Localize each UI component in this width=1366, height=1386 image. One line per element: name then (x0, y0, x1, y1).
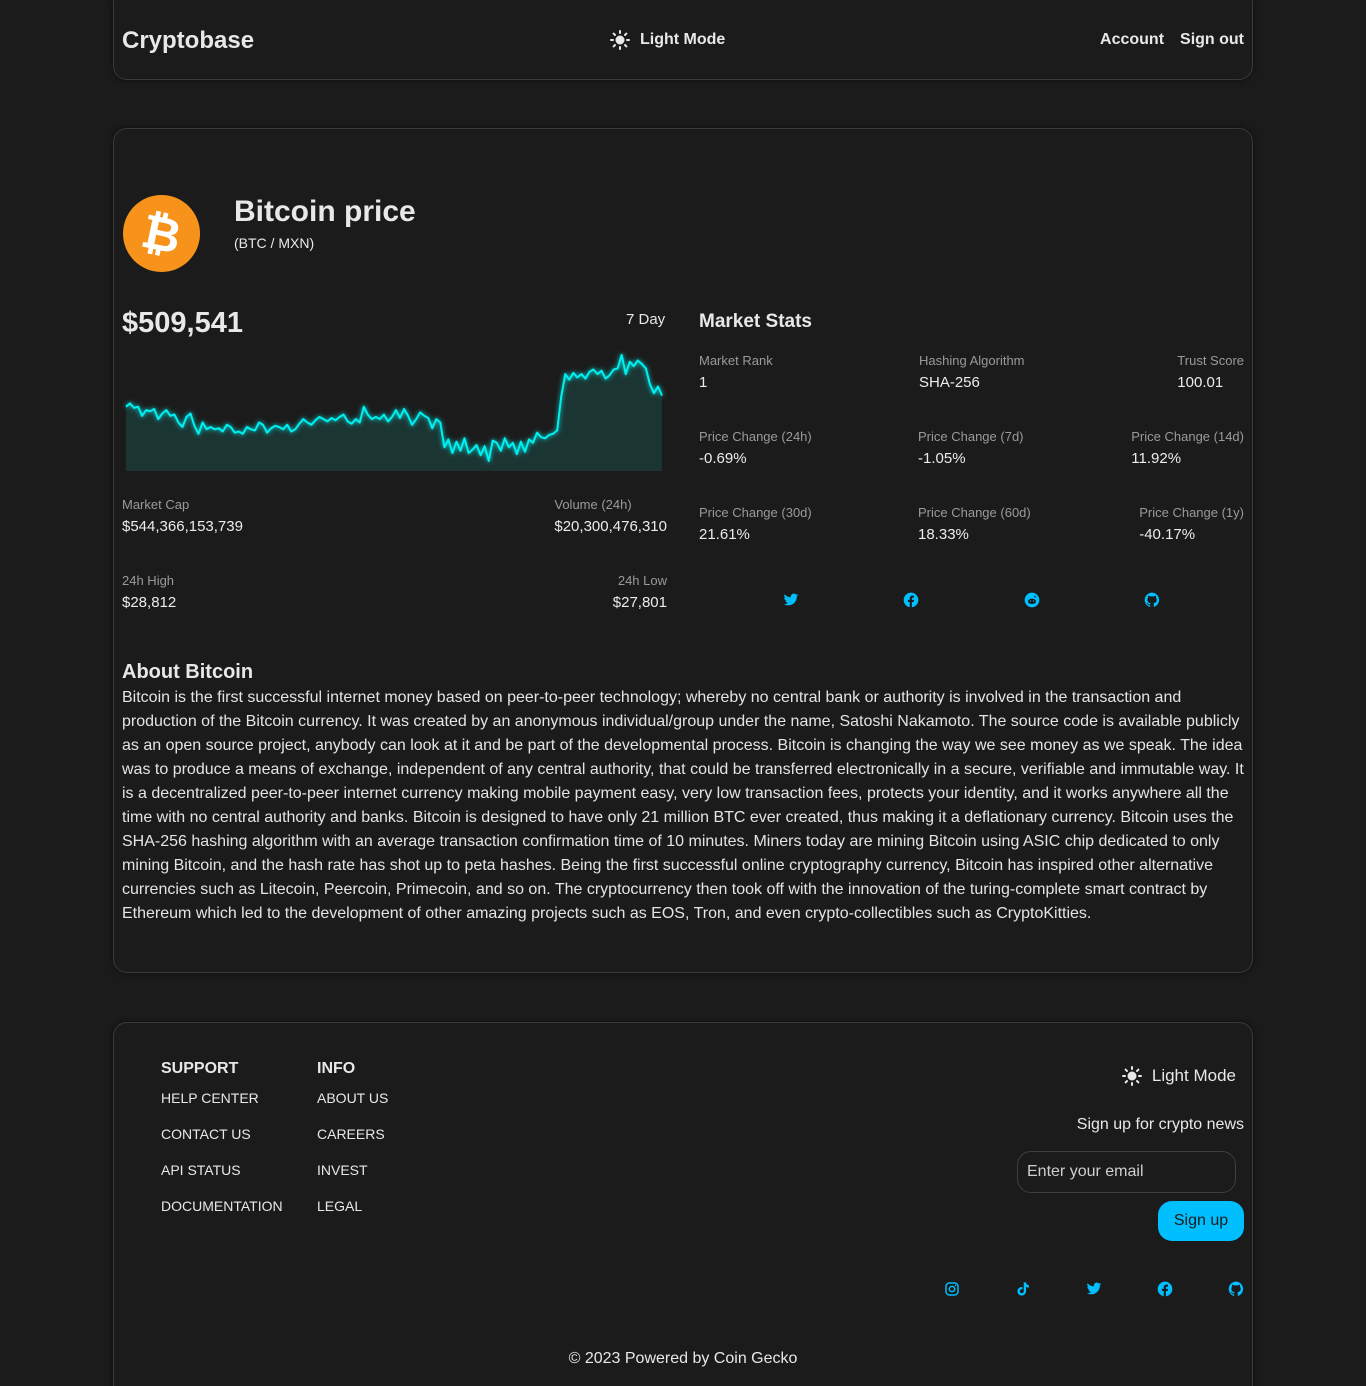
market-cap-stat: Market Cap $544,366,153,739 (122, 497, 243, 535)
account-nav: Account Sign out (1100, 31, 1244, 49)
light-mode-toggle[interactable]: Light Mode (610, 30, 725, 50)
price-change-1y-stat: Price Change (1y) -40.17% (1139, 505, 1244, 543)
help-center-link[interactable]: HELP CENTER (161, 1090, 259, 1106)
price-change-60d-stat: Price Change (60d) 18.33% (918, 505, 1031, 543)
price-change-7d-stat: Price Change (7d) -1.05% (918, 429, 1024, 467)
price-change-14d-label: Price Change (14d) (1131, 429, 1244, 444)
about-title: About Bitcoin (122, 661, 254, 683)
account-link[interactable]: Account (1100, 31, 1164, 49)
volume-stat: Volume (24h) $20,300,476,310 (554, 497, 667, 535)
price-change-60d-value: 18.33% (918, 526, 969, 543)
price-change-7d-value: -1.05% (918, 450, 966, 467)
copyright-text: © 2023 Powered by Coin Gecko (568, 1350, 798, 1367)
sun-icon (610, 30, 630, 50)
coin-title: Bitcoin price (234, 195, 416, 228)
legal-link[interactable]: LEGAL (317, 1198, 362, 1214)
market-cap-label: Market Cap (122, 497, 190, 512)
trust-score-stat: Trust Score 100.01 (1177, 353, 1244, 391)
chart-range-label: 7 Day (626, 311, 666, 328)
api-status-link[interactable]: API STATUS (161, 1162, 241, 1178)
price-change-30d-label: Price Change (30d) (699, 505, 812, 520)
market-stats-title: Market Stats (699, 311, 812, 332)
footer: SUPPORT HELP CENTER CONTACT US API STATU… (113, 1022, 1253, 1386)
contact-us-link[interactable]: CONTACT US (161, 1126, 251, 1142)
high-24h-stat: 24h High $28,812 (122, 573, 176, 611)
high-24h-label: 24h High (122, 573, 175, 588)
price-change-1y-value: -40.17% (1139, 526, 1196, 543)
price-change-24h-stat: Price Change (24h) -0.69% (699, 429, 812, 467)
price-change-60d-label: Price Change (60d) (918, 505, 1031, 520)
github-icon[interactable] (1228, 1281, 1244, 1297)
coin-pair: (BTC / MXN) (234, 235, 315, 251)
price-change-30d-value: 21.61% (699, 526, 750, 543)
about-description: Bitcoin is the first successful internet… (122, 689, 1244, 922)
hashing-algorithm-label: Hashing Algorithm (919, 353, 1025, 368)
footer-light-mode-toggle[interactable]: Light Mode (1121, 1066, 1236, 1086)
invest-link[interactable]: INVEST (317, 1162, 368, 1178)
price-change-1y-label: Price Change (1y) (1139, 505, 1244, 520)
sun-icon (1121, 1066, 1142, 1086)
sign-out-link[interactable]: Sign out (1180, 31, 1244, 49)
documentation-link[interactable]: DOCUMENTATION (161, 1198, 283, 1214)
footer-light-mode-label: Light Mode (1151, 1066, 1236, 1085)
brand-logo[interactable]: Cryptobase (122, 27, 254, 55)
trust-score-value: 100.01 (1177, 374, 1224, 391)
price-change-24h-value: -0.69% (699, 450, 747, 467)
reddit-icon[interactable] (1024, 592, 1040, 608)
hashing-algorithm-value: SHA-256 (919, 374, 980, 391)
volume-value: $20,300,476,310 (554, 518, 667, 535)
header-bar: Cryptobase Light Mode Account Sign out (113, 0, 1253, 80)
price-change-14d-value: 11.92% (1131, 450, 1182, 467)
price-sparkline-chart (125, 353, 663, 471)
low-24h-value: $27,801 (612, 594, 667, 611)
instagram-icon[interactable] (944, 1281, 960, 1297)
low-24h-label: 24h Low (617, 573, 667, 588)
market-rank-label: Market Rank (699, 353, 773, 368)
volume-label: Volume (24h) (554, 497, 632, 512)
facebook-icon[interactable] (1157, 1281, 1173, 1297)
info-title: INFO (317, 1060, 356, 1077)
twitter-icon[interactable] (1086, 1281, 1102, 1297)
price-change-14d-stat: Price Change (14d) 11.92% (1131, 429, 1244, 467)
about-us-link[interactable]: ABOUT US (317, 1090, 388, 1106)
high-24h-value: $28,812 (122, 594, 177, 611)
current-price: $509,541 (122, 307, 243, 339)
bitcoin-logo-icon: ₿ (122, 194, 201, 273)
tiktok-icon[interactable] (1015, 1281, 1031, 1297)
price-change-30d-stat: Price Change (30d) 21.61% (699, 505, 812, 543)
careers-link[interactable]: CAREERS (317, 1126, 385, 1142)
light-mode-label: Light Mode (640, 31, 726, 48)
hashing-algorithm-stat: Hashing Algorithm SHA-256 (919, 353, 1025, 391)
support-title: SUPPORT (161, 1060, 239, 1077)
low-24h-stat: 24h Low $27,801 (613, 573, 667, 611)
sign-up-button[interactable]: Sign up (1158, 1201, 1244, 1241)
github-icon[interactable] (1144, 592, 1160, 608)
twitter-icon[interactable] (783, 592, 799, 608)
price-change-24h-label: Price Change (24h) (699, 429, 812, 444)
market-cap-value: $544,366,153,739 (122, 518, 243, 535)
market-rank-stat: Market Rank 1 (699, 353, 773, 391)
facebook-icon[interactable] (903, 592, 919, 608)
newsletter-label: Sign up for crypto news (1076, 1116, 1244, 1133)
coin-detail-card: ₿ Bitcoin price (BTC / MXN) $509,541 7 D… (113, 128, 1253, 973)
email-input[interactable] (1017, 1151, 1236, 1193)
price-change-7d-label: Price Change (7d) (918, 429, 1024, 444)
trust-score-label: Trust Score (1177, 353, 1244, 368)
market-rank-value: 1 (699, 374, 708, 391)
